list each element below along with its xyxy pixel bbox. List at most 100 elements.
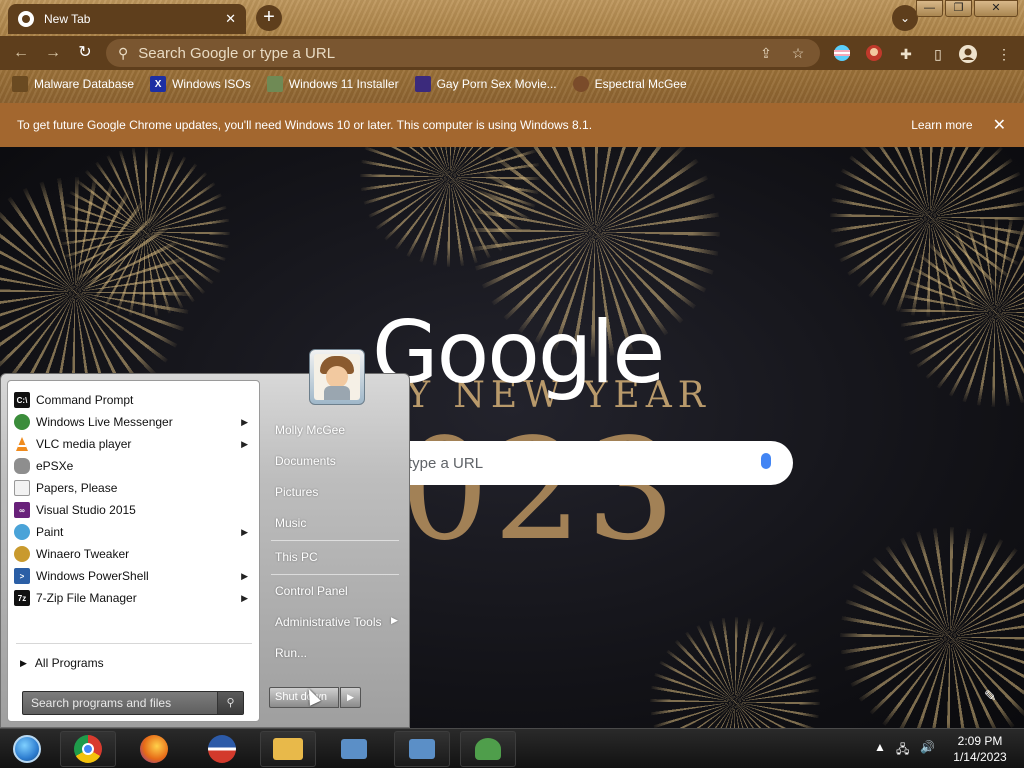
- chrome-menu-icon[interactable]: ⋮: [994, 44, 1014, 64]
- user-avatar[interactable]: [309, 349, 365, 405]
- taskbar-clock[interactable]: 2:09 PM 1/14/2023: [950, 733, 1010, 765]
- program-label: Visual Studio 2015: [36, 503, 136, 517]
- volume-icon[interactable]: 🔊: [920, 740, 935, 754]
- submenu-arrow-icon: ▶: [391, 615, 398, 625]
- firefox-icon: [140, 735, 168, 763]
- program-papers-please[interactable]: Papers, Please: [14, 477, 254, 499]
- taskbar-file-explorer[interactable]: [260, 731, 316, 767]
- start-search-input[interactable]: Search programs and files ⚲: [22, 691, 244, 715]
- taskbar: ▲ 🖧 🔊 2:09 PM 1/14/2023: [0, 728, 1024, 768]
- taskbar-firefox[interactable]: [126, 731, 182, 767]
- avatar-icon: [572, 76, 589, 92]
- submenu-arrow-icon: ▶: [241, 570, 248, 581]
- x-logo-icon: X: [150, 76, 167, 92]
- side-panel-icon[interactable]: ▯: [928, 44, 948, 64]
- bookmark-windows-11-installer[interactable]: Windows 11 Installer: [266, 76, 399, 92]
- share-icon[interactable]: ⇪: [756, 45, 776, 62]
- taskbar-chrome[interactable]: [60, 731, 116, 767]
- obama-logo-icon: [208, 735, 236, 763]
- minimize-button[interactable]: —: [916, 0, 943, 17]
- start-item-label: Pictures: [275, 485, 319, 499]
- vlc-icon: [14, 436, 30, 452]
- bookmark-star-icon[interactable]: ☆: [788, 45, 808, 62]
- maximize-button[interactable]: ❐: [945, 0, 972, 17]
- messenger-icon: [14, 414, 30, 430]
- show-hidden-icons-icon[interactable]: ▲: [874, 740, 886, 754]
- reload-icon[interactable]: ↻: [74, 42, 96, 64]
- start-button[interactable]: [0, 731, 54, 767]
- bookmark-site[interactable]: Gay Porn Sex Movie...: [414, 76, 557, 92]
- network-icon[interactable]: 🖧: [896, 740, 909, 761]
- new-tab-button[interactable]: +: [256, 5, 282, 31]
- extensions-puzzle-icon[interactable]: ✚: [896, 44, 916, 64]
- submenu-arrow-icon: ▶: [241, 526, 248, 537]
- program-windows-powershell[interactable]: > Windows PowerShell ▶: [14, 565, 254, 587]
- start-item-label: Control Panel: [275, 584, 348, 598]
- start-item-documents[interactable]: Documents: [275, 454, 336, 468]
- customize-pencil-icon[interactable]: ✎: [984, 687, 997, 705]
- tab-close-icon[interactable]: ✕: [225, 11, 236, 27]
- taskbar-network-computer-2[interactable]: [394, 731, 450, 767]
- start-item-label: Administrative Tools: [275, 615, 382, 629]
- program-winaero-tweaker[interactable]: Winaero Tweaker: [14, 543, 254, 565]
- tab-title: New Tab: [44, 12, 91, 26]
- forward-icon[interactable]: →: [42, 42, 64, 64]
- flag-extension-icon[interactable]: [832, 44, 852, 64]
- start-item-administrative-tools[interactable]: Administrative Tools ▶: [275, 615, 398, 629]
- start-item-control-panel[interactable]: Control Panel: [275, 584, 348, 598]
- chrome-window-frame: New Tab ✕ + ⌄ — ❐ ✕ ← → ↻ ⚲ Search Googl…: [0, 0, 1024, 103]
- all-programs-label: All Programs: [34, 656, 104, 670]
- start-item-run[interactable]: Run...: [275, 646, 307, 660]
- taskbar-obama-logo[interactable]: [194, 731, 250, 767]
- infobar-close-icon[interactable]: ✕: [993, 115, 1006, 135]
- start-item-pictures[interactable]: Pictures: [275, 485, 318, 499]
- program-epsxe[interactable]: ePSXe: [14, 455, 254, 477]
- file-explorer-icon: [273, 738, 303, 760]
- avatar-extension-icon[interactable]: [864, 44, 884, 64]
- learn-more-link[interactable]: Learn more: [911, 118, 972, 132]
- program-label: VLC media player: [36, 437, 132, 451]
- omnibox-placeholder: Search Google or type a URL: [138, 44, 336, 62]
- omnibox[interactable]: ⚲ Search Google or type a URL ⇪ ☆: [106, 39, 820, 67]
- program-label: ePSXe: [36, 459, 74, 473]
- bookmark-espectral-mcgee[interactable]: Espectral McGee: [572, 76, 687, 92]
- firework-decoration: [650, 617, 820, 728]
- divider: [271, 540, 399, 541]
- chrome-toolbar: ← → ↻ ⚲ Search Google or type a URL ⇪ ☆ …: [0, 36, 1024, 70]
- search-icon: ⚲: [118, 44, 129, 61]
- all-programs-button[interactable]: ▶ All Programs: [20, 656, 104, 670]
- program-paint[interactable]: Paint ▶: [14, 521, 254, 543]
- program-command-prompt[interactable]: C:\ Command Prompt: [14, 389, 254, 411]
- program-visual-studio[interactable]: ∞ Visual Studio 2015: [14, 499, 254, 521]
- start-item-this-pc[interactable]: This PC: [275, 550, 318, 564]
- program-vlc[interactable]: VLC media player ▶: [14, 433, 254, 455]
- network-computer-icon: [341, 739, 367, 759]
- program-label: Winaero Tweaker: [36, 547, 130, 561]
- google-logo[interactable]: Google: [372, 303, 665, 403]
- start-item-user[interactable]: Molly McGee: [275, 423, 345, 437]
- bookmarks-bar: Malware Database X Windows ISOs Windows …: [0, 72, 1024, 96]
- microphone-icon[interactable]: [761, 453, 771, 469]
- tab-new-tab[interactable]: New Tab ✕: [8, 4, 246, 34]
- bookmark-label: Malware Database: [34, 77, 135, 91]
- bookmark-windows-isos[interactable]: X Windows ISOs: [150, 76, 251, 92]
- start-item-label: Run...: [275, 646, 308, 660]
- clock-date: 1/14/2023: [953, 750, 1007, 764]
- close-window-button[interactable]: ✕: [974, 0, 1018, 17]
- profile-icon[interactable]: [958, 44, 978, 64]
- shutdown-options-arrow-icon[interactable]: ▶: [340, 687, 361, 708]
- start-item-music[interactable]: Music: [275, 516, 306, 530]
- divider: [16, 643, 252, 644]
- program-7zip[interactable]: 7z 7-Zip File Manager ▶: [14, 587, 254, 609]
- start-item-label: Music: [275, 516, 307, 530]
- bookmark-malware-database[interactable]: Malware Database: [12, 76, 134, 92]
- submenu-arrow-icon: ▶: [241, 438, 248, 449]
- taskbar-people[interactable]: [460, 731, 516, 767]
- taskbar-network-computer[interactable]: [326, 731, 382, 767]
- back-icon[interactable]: ←: [10, 42, 32, 64]
- start-search-placeholder: Search programs and files: [31, 696, 172, 710]
- search-icon[interactable]: ⚲: [217, 692, 243, 714]
- program-windows-live-messenger[interactable]: Windows Live Messenger ▶: [14, 411, 254, 433]
- gamepad-icon: [14, 458, 30, 474]
- submenu-arrow-icon: ▶: [241, 592, 248, 603]
